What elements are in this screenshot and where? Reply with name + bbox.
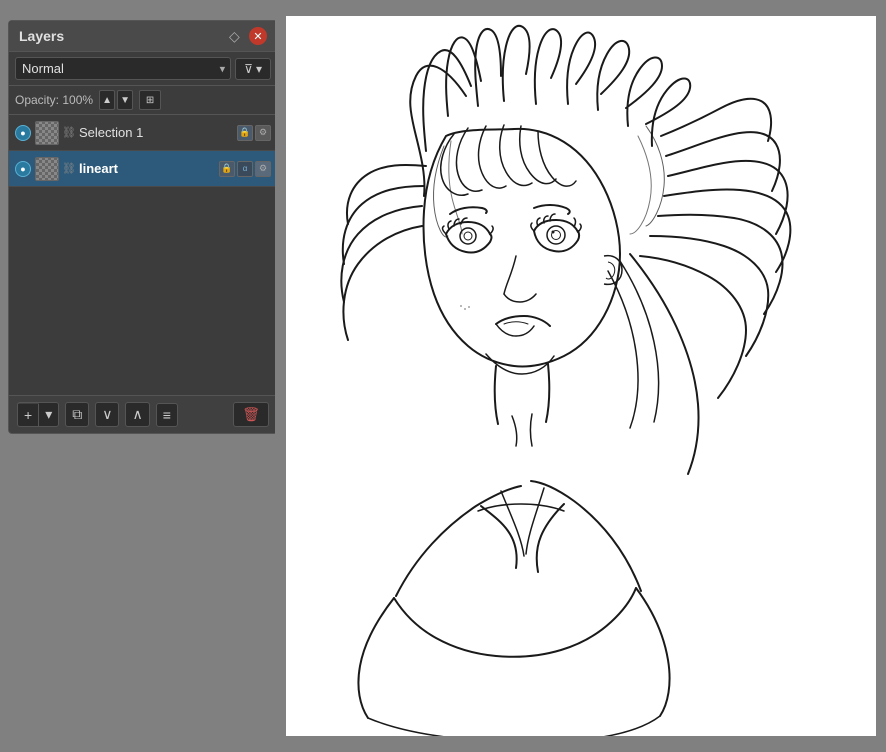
blend-mode-select[interactable]: NormalMultiplyScreenOverlayDarkenLighten… <box>15 57 231 80</box>
layer-gear-icon-selection1[interactable]: ⚙ <box>255 125 271 141</box>
canvas-area <box>275 0 886 752</box>
layer-visibility-toggle-selection1[interactable]: ● <box>15 125 31 141</box>
opacity-label: Opacity: 100% <box>15 93 93 107</box>
move-layer-up-button[interactable]: ∧ <box>125 402 149 427</box>
layer-thumbnail-lineart <box>35 157 59 181</box>
layers-panel: Layers ◇ ✕ NormalMultiplyScreenOverlayDa… <box>8 20 278 434</box>
layer-icons-selection1: 🔒 ⚙ <box>237 125 271 141</box>
chevron-up-icon: ∧ <box>132 406 142 423</box>
layer-chain-icon-lineart: ⛓ <box>63 161 75 177</box>
opacity-row: Opacity: 100% ▲ ▼ ⊞ <box>9 86 277 115</box>
delete-layer-button[interactable]: 🗑 <box>233 402 269 427</box>
add-layer-button[interactable]: + <box>18 404 39 426</box>
layers-empty-area <box>9 187 277 395</box>
layer-chain-icon-selection1: ⛓ <box>63 125 75 141</box>
layer-lock-icon-selection1[interactable]: 🔒 <box>237 125 253 141</box>
canvas-content <box>286 16 876 736</box>
add-icon: + <box>24 407 32 423</box>
layer-alpha-icon-lineart[interactable]: α <box>237 161 253 177</box>
close-button[interactable]: ✕ <box>249 27 267 45</box>
panel-footer: + ▾ ⧉ ∨ ∧ ≡ 🗑 <box>9 395 277 433</box>
opacity-grid-button[interactable]: ⊞ <box>139 90 161 110</box>
opacity-up-button[interactable]: ▼ <box>117 90 133 110</box>
filter-button[interactable]: ⊽ ▾ <box>235 58 271 80</box>
layer-name-selection1: Selection 1 <box>79 125 233 140</box>
merge-layers-button[interactable]: ≡ <box>156 403 178 427</box>
drawing-canvas <box>286 16 876 736</box>
layers-list: ● ⛓ Selection 1 🔒 ⚙ ● ⛓ lineart 🔒 α ⚙ <box>9 115 277 395</box>
panel-header: Layers ◇ ✕ <box>9 21 277 52</box>
opacity-down-button[interactable]: ▲ <box>99 90 115 110</box>
layer-visibility-toggle-lineart[interactable]: ● <box>15 161 31 177</box>
blend-mode-wrapper: NormalMultiplyScreenOverlayDarkenLighten… <box>15 57 231 80</box>
add-layer-dropdown[interactable]: ▾ <box>39 403 58 426</box>
merge-icon: ≡ <box>163 407 171 423</box>
opacity-controls: ▲ ▼ <box>99 90 133 110</box>
filter-arrow-icon: ▾ <box>256 62 262 76</box>
layer-settings-icon-lineart[interactable]: ⚙ <box>255 161 271 177</box>
add-layer-group: + ▾ <box>17 402 59 427</box>
trash-icon: 🗑 <box>242 406 260 422</box>
layer-item-lineart[interactable]: ● ⛓ lineart 🔒 α ⚙ <box>9 151 277 187</box>
layer-lock-icon-lineart[interactable]: 🔒 <box>219 161 235 177</box>
layer-icons-lineart: 🔒 α ⚙ <box>219 161 271 177</box>
panel-title: Layers <box>19 28 64 44</box>
layer-thumbnail-selection1 <box>35 121 59 145</box>
panel-header-icons: ◇ ✕ <box>229 27 267 45</box>
layer-name-lineart: lineart <box>79 161 215 176</box>
diamond-icon: ◇ <box>229 29 243 43</box>
move-layer-down-button[interactable]: ∨ <box>95 402 119 427</box>
layer-item-selection1[interactable]: ● ⛓ Selection 1 🔒 ⚙ <box>9 115 277 151</box>
copy-icon: ⧉ <box>72 406 82 423</box>
copy-layer-button[interactable]: ⧉ <box>65 402 89 427</box>
filter-icon: ⊽ <box>244 62 253 76</box>
blend-mode-row: NormalMultiplyScreenOverlayDarkenLighten… <box>9 52 277 86</box>
chevron-down-icon: ∨ <box>102 406 112 423</box>
